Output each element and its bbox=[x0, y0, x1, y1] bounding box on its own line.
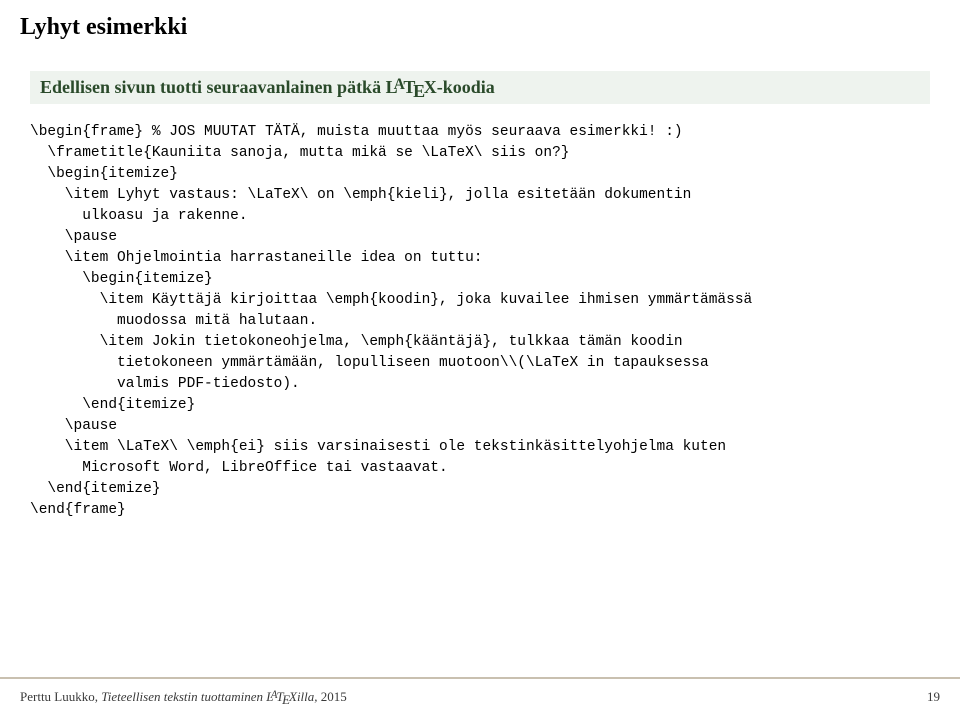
latex-e-glyph: E bbox=[282, 692, 290, 707]
footer-work-prefix: Tieteellisen tekstin tuottaminen L bbox=[101, 689, 273, 704]
footer-year: 2015 bbox=[318, 689, 347, 704]
page-number: 19 bbox=[927, 689, 940, 705]
subtitle: Edellisen sivun tuotti seuraavanlainen p… bbox=[40, 77, 920, 98]
footer-credits: Perttu Luukko, Tieteellisen tekstin tuot… bbox=[20, 689, 347, 705]
page-title: Lyhyt esimerkki bbox=[20, 14, 940, 41]
footer-work-suffix: Xilla, bbox=[289, 689, 318, 704]
latex-e-glyph: E bbox=[413, 81, 425, 101]
footer-author: Perttu Luukko, bbox=[20, 689, 101, 704]
subtitle-text-prefix: Edellisen sivun tuotti seuraavanlainen p… bbox=[40, 77, 398, 97]
latex-code-block: \begin{frame} % JOS MUUTAT TÄTÄ, muista … bbox=[30, 122, 930, 521]
slide-page: Lyhyt esimerkki Edellisen sivun tuotti s… bbox=[0, 0, 960, 719]
subtitle-box: Edellisen sivun tuotti seuraavanlainen p… bbox=[30, 71, 930, 104]
slide-footer: Perttu Luukko, Tieteellisen tekstin tuot… bbox=[0, 677, 960, 719]
slide-content: Edellisen sivun tuotti seuraavanlainen p… bbox=[0, 51, 960, 677]
slide-header: Lyhyt esimerkki bbox=[0, 0, 960, 51]
subtitle-text-suffix: X-koodia bbox=[424, 77, 495, 97]
latex-a-glyph: A bbox=[271, 689, 278, 701]
latex-a-glyph: A bbox=[394, 76, 405, 93]
